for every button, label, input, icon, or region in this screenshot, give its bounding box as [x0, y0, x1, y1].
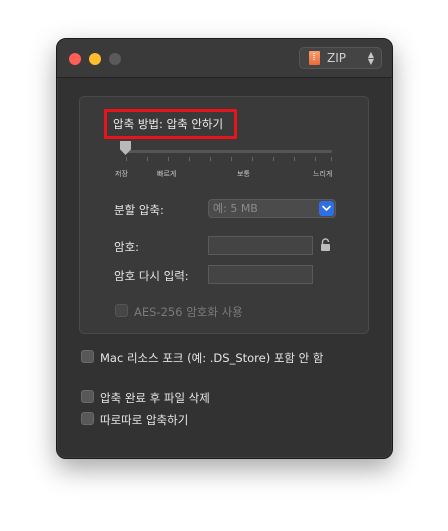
mac-resource-label: Mac 리소스 포크 (예: .DS_Store) 포함 안 함: [100, 351, 324, 365]
slider-tick: [168, 157, 169, 161]
speed-label-slow: 느리게: [313, 170, 333, 178]
slider-tick: [210, 157, 211, 161]
verify-password-field[interactable]: [208, 265, 313, 284]
mac-resource-checkbox[interactable]: [81, 350, 94, 363]
up-down-chevron-icon: ▲ ▼: [367, 50, 374, 66]
compression-method-label: 압축 방법: 압축 안하기: [113, 117, 224, 131]
minimize-button[interactable]: [89, 53, 101, 65]
speed-label-normal: 보통: [237, 170, 250, 178]
compression-level-slider[interactable]: [124, 150, 332, 153]
slider-tick: [147, 157, 148, 161]
compression-method-highlight: 압축 방법: 압축 안하기: [104, 109, 237, 139]
slider-tick: [315, 157, 316, 161]
slider-tick: [126, 157, 127, 161]
format-label: ZIP: [327, 51, 346, 65]
separate-archive-label: 따로따로 압축하기: [100, 413, 189, 427]
format-select[interactable]: ZIP ▲ ▼: [299, 47, 382, 69]
aes-checkbox[interactable]: [115, 304, 128, 317]
zoom-button[interactable]: [109, 53, 121, 65]
split-label: 분할 압축:: [114, 203, 164, 217]
verify-password-label: 암호 다시 입력:: [114, 269, 189, 283]
slider-tick: [273, 157, 274, 161]
aes-label: AES-256 암호화 사용: [134, 305, 243, 319]
speed-label-store: 저장: [115, 170, 128, 178]
separate-archive-checkbox[interactable]: [81, 412, 94, 425]
titlebar: ZIP ▲ ▼: [57, 39, 392, 78]
password-field[interactable]: [208, 236, 313, 255]
slider-tick: [294, 157, 295, 161]
speed-label-fast: 빠르게: [157, 170, 177, 178]
password-label: 암호:: [114, 240, 140, 254]
lock-icon: [320, 237, 331, 251]
split-size-placeholder: 예: 5 MB: [213, 202, 258, 215]
slider-tick: [231, 157, 232, 161]
slider-tick: [331, 157, 332, 161]
compression-window: ZIP ▲ ▼ 압축 방법: 압축 안하기 저장 빠르게 보통 느리게 분할 압축…: [56, 38, 393, 459]
delete-after-checkbox[interactable]: [81, 390, 94, 403]
zip-file-icon: [309, 51, 320, 65]
slider-tick: [189, 157, 190, 161]
delete-after-label: 압축 완료 후 파일 삭제: [100, 391, 210, 405]
slider-tick: [252, 157, 253, 161]
split-size-select[interactable]: 예: 5 MB: [208, 199, 336, 218]
close-button[interactable]: [69, 53, 81, 65]
chevron-down-icon[interactable]: [319, 201, 334, 216]
